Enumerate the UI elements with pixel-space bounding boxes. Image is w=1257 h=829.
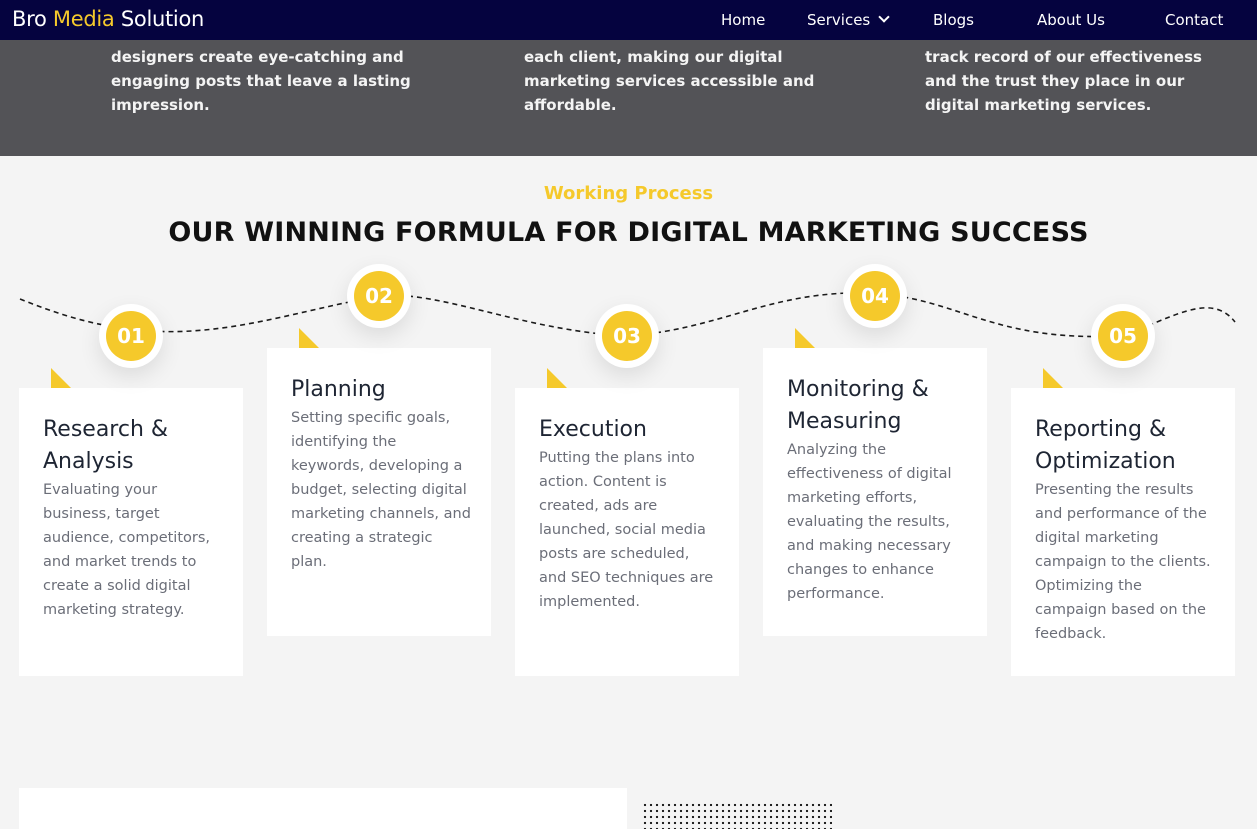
step-number: 02 <box>354 271 404 321</box>
brand-name-part1: Bro <box>12 7 53 31</box>
brand-logo[interactable]: Bro Media Solution <box>12 7 204 31</box>
step-number: 04 <box>850 271 900 321</box>
brand-name-part3: Solution <box>114 7 205 31</box>
process-card-reporting: Reporting & Optimization Presenting the … <box>1011 388 1235 676</box>
card-title: Reporting & Optimization <box>1035 417 1176 474</box>
nav-blogs[interactable]: Blogs <box>933 11 974 29</box>
nav-home[interactable]: Home <box>721 11 765 29</box>
card-text: Presenting the results and performance o… <box>1035 482 1211 642</box>
process-card-research: Research & Analysis Evaluating your busi… <box>19 388 243 676</box>
card-title: Execution <box>539 417 647 442</box>
process-card-planning: Planning Setting specific goals, identif… <box>267 348 491 636</box>
process-card-execution: Execution Putting the plans into action.… <box>515 388 739 676</box>
nav-about[interactable]: About Us <box>1037 11 1105 29</box>
step-number: 03 <box>602 311 652 361</box>
feature-text-2: each client, making our digital marketin… <box>524 48 815 114</box>
step-badge-02: 02 <box>347 264 411 328</box>
step-badge-01: 01 <box>99 304 163 368</box>
card-corner-triangle-2 <box>299 328 319 348</box>
card-text: Analyzing the effectiveness of digital m… <box>787 442 952 602</box>
next-section-card <box>19 788 627 829</box>
step-badge-04: 04 <box>843 264 907 328</box>
feature-text-1: designers create eye-catching and engagi… <box>111 48 411 114</box>
nav-contact[interactable]: Contact <box>1165 11 1223 29</box>
section-heading: OUR WINNING FORMULA FOR DIGITAL MARKETIN… <box>168 217 1089 248</box>
step-badge-05: 05 <box>1091 304 1155 368</box>
card-text: Putting the plans into action. Content i… <box>539 450 714 610</box>
section-eyebrow: Working Process <box>543 183 714 204</box>
process-card-monitoring: Monitoring & Measuring Analyzing the eff… <box>763 348 987 636</box>
step-number: 01 <box>106 311 156 361</box>
step-badge-03: 03 <box>595 304 659 368</box>
card-corner-triangle-3 <box>547 368 567 388</box>
card-title: Monitoring & Measuring <box>787 377 929 434</box>
step-number: 05 <box>1098 311 1148 361</box>
card-title: Planning <box>291 377 386 402</box>
brand-name-accent: Media <box>52 7 115 31</box>
feature-text-3: track record of our effectiveness and th… <box>925 48 1202 114</box>
nav-services-label: Services <box>807 11 871 29</box>
card-text: Evaluating your business, target audienc… <box>43 482 211 618</box>
card-corner-triangle-1 <box>51 368 71 388</box>
nav-services[interactable]: Services <box>807 11 890 29</box>
card-corner-triangle-4 <box>795 328 815 348</box>
card-title: Research & Analysis <box>43 417 169 474</box>
features-section: designers create eye-catching and engagi… <box>0 40 1257 156</box>
card-corner-triangle-5 <box>1043 368 1063 388</box>
card-text: Setting specific goals, identifying the … <box>291 410 471 570</box>
chevron-down-icon <box>878 11 890 23</box>
dot-pattern-decoration <box>642 802 832 829</box>
top-navbar: Bro Media Solution Home Services Blogs A… <box>0 0 1257 40</box>
